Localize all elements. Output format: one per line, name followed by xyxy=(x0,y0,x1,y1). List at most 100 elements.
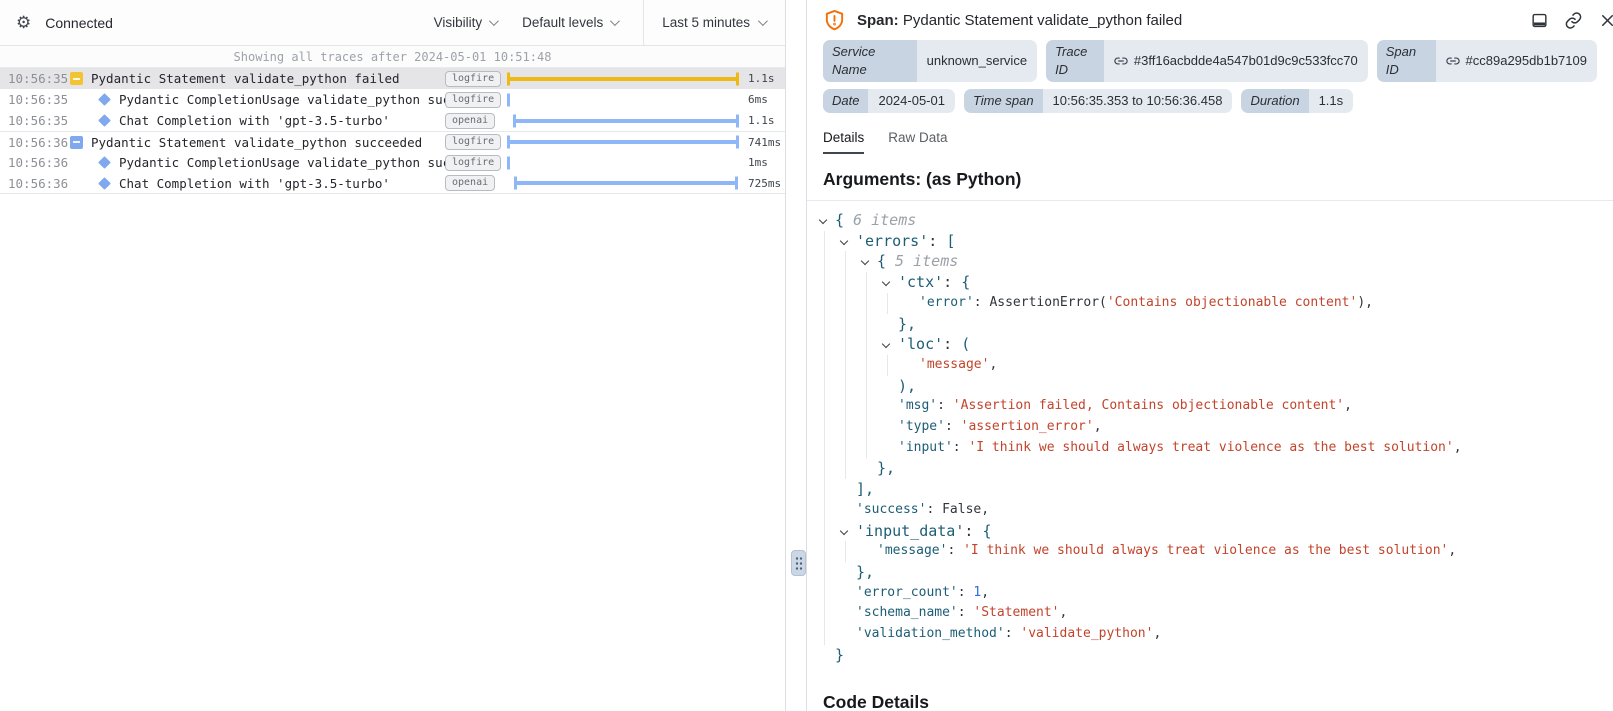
span-diamond-icon xyxy=(98,93,111,106)
duration-bar xyxy=(507,156,510,169)
duration-label: 1.1s xyxy=(739,72,785,85)
collapse-toggle-icon[interactable] xyxy=(70,72,83,85)
span-diamond-icon xyxy=(98,114,111,127)
code-line: 'error': AssertionError('Contains object… xyxy=(807,293,1613,314)
metadata-pill: Date 2024-05-01 xyxy=(823,89,955,113)
tree-collapse-chevron-icon[interactable] xyxy=(819,216,827,224)
metadata-pill-label: Time span xyxy=(964,89,1043,113)
code-line: 'input': 'I think we should always treat… xyxy=(807,438,1613,459)
span-title-prefix: Span: xyxy=(857,12,899,29)
scope-badge: logfire xyxy=(445,92,501,108)
traces-showing-text: Showing all traces after 2024-05-01 10:5… xyxy=(234,50,552,64)
code-line: 'validation_method': 'validate_python', xyxy=(807,624,1613,645)
code-line: 'type': 'assertion_error', xyxy=(807,417,1613,438)
collapse-toggle-icon[interactable] xyxy=(70,136,83,149)
gear-icon[interactable]: ⚙ xyxy=(16,13,31,33)
metadata-pill: Trace ID #3ff16acbdde4a547b01d9c9c533fcc… xyxy=(1046,40,1368,82)
tree-collapse-chevron-icon[interactable] xyxy=(882,340,890,348)
span-detail-panel: Span: Pydantic Statement validate_python… xyxy=(806,0,1613,711)
duration-bar xyxy=(507,77,739,81)
tab-raw-data[interactable]: Raw Data xyxy=(888,130,947,154)
trace-row[interactable]: 10:56:36 Pydantic CompletionUsage valida… xyxy=(0,152,785,173)
trace-level-iconbox xyxy=(70,72,83,85)
trace-row-label: Chat Completion with 'gpt-3.5-turbo' xyxy=(119,113,445,128)
tree-collapse-chevron-icon[interactable] xyxy=(861,257,869,265)
code-line: }, xyxy=(807,458,1613,479)
arguments-heading: Arguments: (as Python) xyxy=(823,169,1597,190)
duration-label: 1ms xyxy=(739,156,785,169)
tree-collapse-chevron-icon[interactable] xyxy=(840,526,848,534)
metadata-pill-value: 10:56:35.353 to 10:56:36.458 xyxy=(1053,92,1223,110)
code-line: } xyxy=(807,645,1613,666)
trace-timestamp: 10:56:35 xyxy=(8,92,64,107)
trace-row[interactable]: 10:56:35 Pydantic CompletionUsage valida… xyxy=(0,89,785,110)
code-line: 'error_count': 1, xyxy=(807,583,1613,604)
code-line: ], xyxy=(807,479,1613,500)
scope-badge: openai xyxy=(445,113,495,129)
scope-badge: logfire xyxy=(445,71,501,87)
code-line: 'msg': 'Assertion failed, Contains objec… xyxy=(807,396,1613,417)
metadata-pill-label: Date xyxy=(823,89,868,113)
metadata-pill-value: #3ff16acbdde4a547b01d9c9c533fcc70 xyxy=(1134,52,1358,70)
trace-row[interactable]: 10:56:35 Chat Completion with 'gpt-3.5-t… xyxy=(0,110,785,131)
panel-bottom-icon[interactable] xyxy=(1530,11,1549,30)
span-diamond-icon xyxy=(98,156,111,169)
trace-timestamp: 10:56:35 xyxy=(8,113,64,128)
trace-timestamp: 10:56:35 xyxy=(8,71,64,86)
code-line: 'message': 'I think we should always tre… xyxy=(807,541,1613,562)
trace-level-iconbox xyxy=(98,95,111,104)
link-icon[interactable] xyxy=(1114,54,1128,68)
code-line: { 6 items xyxy=(807,210,1613,231)
code-line: 'success': False, xyxy=(807,500,1613,521)
trace-row-label: Pydantic CompletionUsage validate_python… xyxy=(119,92,445,107)
traces-showing-banner: Showing all traces after 2024-05-01 10:5… xyxy=(0,46,785,68)
duration-bar xyxy=(507,140,739,144)
span-title-text: Pydantic Statement validate_python faile… xyxy=(903,12,1182,29)
link-icon[interactable] xyxy=(1446,54,1460,68)
panel-splitter-handle[interactable] xyxy=(791,550,806,576)
metadata-pill-label: Span ID xyxy=(1377,40,1436,82)
trace-row[interactable]: 10:56:36 Pydantic Statement validate_pyt… xyxy=(0,131,785,152)
trace-row[interactable]: 10:56:35 Pydantic Statement validate_pyt… xyxy=(0,68,785,89)
default-levels-menu[interactable]: Default levels xyxy=(522,15,617,30)
trace-row[interactable]: 10:56:36 Chat Completion with 'gpt-3.5-t… xyxy=(0,173,785,194)
metadata-pill-value: 2024-05-01 xyxy=(878,92,945,110)
tab-details[interactable]: Details xyxy=(823,130,864,154)
code-details-heading: Code Details xyxy=(823,692,1597,711)
trace-row-label: Pydantic CompletionUsage validate_python… xyxy=(119,155,445,170)
metadata-pill-value: unknown_service xyxy=(927,52,1027,70)
code-line: ), xyxy=(807,376,1613,397)
visibility-menu[interactable]: Visibility xyxy=(434,15,497,30)
metadata-pill: Service Name unknown_service xyxy=(823,40,1037,82)
timeline-track xyxy=(507,132,739,152)
close-icon[interactable] xyxy=(1598,11,1613,30)
metadata-pill: Span ID #cc89a295db1b7109 xyxy=(1377,40,1597,82)
timeline-track xyxy=(507,152,739,173)
code-line: }, xyxy=(807,562,1613,583)
span-detail-header: Span: Pydantic Statement validate_python… xyxy=(807,0,1613,40)
link-icon[interactable] xyxy=(1564,11,1583,30)
code-line: { 5 items xyxy=(807,251,1613,272)
code-line: }, xyxy=(807,314,1613,335)
trace-row-label: Pydantic Statement validate_python faile… xyxy=(91,71,445,86)
tree-collapse-chevron-icon[interactable] xyxy=(840,236,848,244)
timeline-track xyxy=(507,68,739,89)
time-range-menu[interactable]: Last 5 minutes xyxy=(643,0,785,45)
badge-row-ids: Service Name unknown_service Trace ID #3… xyxy=(807,40,1613,82)
visibility-menu-label: Visibility xyxy=(434,15,483,30)
metadata-pill-value: #cc89a295db1b7109 xyxy=(1466,52,1587,70)
trace-level-iconbox xyxy=(98,158,111,167)
chevron-down-icon xyxy=(758,16,768,26)
code-line: 'schema_name': 'Statement', xyxy=(807,603,1613,624)
tree-collapse-chevron-icon[interactable] xyxy=(882,278,890,286)
trace-timestamp: 10:56:36 xyxy=(8,135,64,150)
span-diamond-icon xyxy=(98,177,111,190)
scope-badge: logfire xyxy=(445,155,501,171)
time-range-label: Last 5 minutes xyxy=(662,15,750,30)
metadata-pill-label: Duration xyxy=(1241,89,1308,113)
arguments-python-view: { 6 items'errors': [{ 5 items'ctx': {'er… xyxy=(807,200,1613,675)
trace-row-label: Pydantic Statement validate_python succe… xyxy=(91,135,445,150)
duration-label: 725ms xyxy=(739,177,785,190)
trace-timestamp: 10:56:36 xyxy=(8,176,64,191)
duration-label: 1.1s xyxy=(739,114,785,127)
